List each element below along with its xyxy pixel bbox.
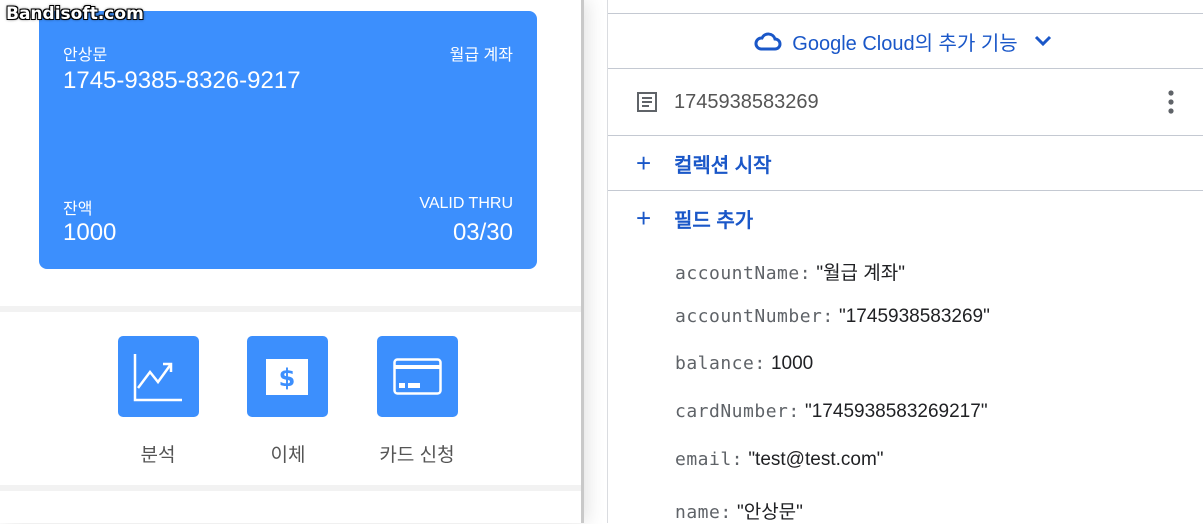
dollar-icon: $ [266,359,308,395]
field-value: "안상문" [736,502,803,523]
field-value: "test@test.com" [748,449,884,470]
plus-icon: + [636,202,652,233]
field-key: balance: [675,353,766,374]
field-row[interactable]: cardNumber: "1745938583269217" [675,401,988,423]
panel-edge [581,0,584,523]
card-apply-label: 카드 신청 [379,445,455,466]
valid-thru-label: VALID THRU [419,195,513,212]
card-apply-button[interactable] [377,336,458,417]
card-holder: 안상문 [63,47,108,64]
field-value: "월급 계좌" [816,263,906,284]
valid-thru-value: 03/30 [452,219,513,246]
more-vert-icon[interactable] [1166,89,1176,115]
field-row[interactable]: accountName: "월급 계좌" [675,258,905,285]
field-row[interactable]: balance: 1000 [675,353,813,375]
svg-text:$: $ [279,364,296,392]
start-collection-label: 컬렉션 시작 [674,154,772,177]
field-value: "1745938583269217" [805,401,988,422]
field-key: accountNumber: [675,306,834,327]
document-icon [637,92,657,112]
document-header: 1745938583269 [608,69,1203,136]
transfer-label: 이체 [270,445,306,466]
bank-app-panel: 안상문 월급 계좌 1745-9385-8326-9217 잔액 1000 VA… [0,0,583,523]
plus-icon: + [636,147,652,178]
balance-value: 1000 [63,219,117,246]
field-key: name: [675,502,732,523]
balance-label: 잔액 [63,201,93,218]
document-id: 1745938583269 [674,90,819,113]
transfer-button[interactable]: $ [247,336,328,417]
divider [0,485,581,491]
add-field-button[interactable]: + 필드 추가 [608,191,753,245]
chevron-down-icon [1034,35,1051,47]
field-key: accountName: [675,263,812,284]
start-collection-button[interactable]: + 컬렉션 시작 [608,136,1203,191]
field-row[interactable]: name: "안상문" [675,497,803,524]
field-value: 1000 [770,353,814,374]
field-row[interactable]: accountNumber: "1745938583269" [675,306,990,328]
field-key: cardNumber: [675,401,800,422]
field-key: email: [675,449,744,470]
cloud-icon [754,32,782,51]
divider [0,306,581,312]
google-cloud-extensions-toggle[interactable]: Google Cloud의 추가 기능 [608,13,1203,69]
field-value: "1745938583269" [839,306,990,327]
analysis-label: 분석 [140,445,176,466]
add-field-label: 필드 추가 [674,209,754,232]
account-name: 월급 계좌 [449,47,513,64]
google-cloud-label: Google Cloud의 추가 기능 [792,32,1018,55]
chart-icon [133,354,182,402]
watermark: Bandisoft.com [6,4,144,24]
account-card[interactable]: 안상문 월급 계좌 1745-9385-8326-9217 잔액 1000 VA… [39,11,537,269]
analysis-button[interactable] [118,336,199,417]
firestore-document-panel: Google Cloud의 추가 기능 1745938583269 + 컬렉션 … [607,0,1203,523]
credit-card-icon [393,358,442,395]
card-number: 1745-9385-8326-9217 [63,67,301,94]
field-row[interactable]: email: "test@test.com" [675,449,884,471]
